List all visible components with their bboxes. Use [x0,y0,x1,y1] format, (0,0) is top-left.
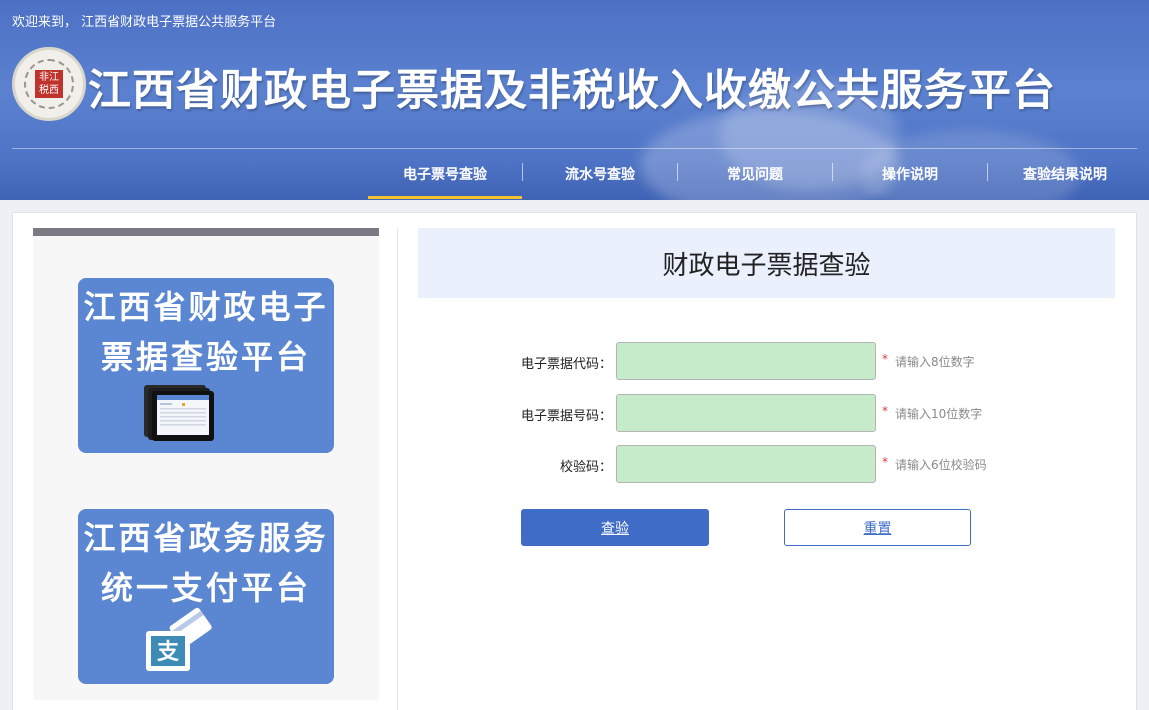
logo-icon: 非江税西 [12,47,86,121]
invoice-number-input[interactable] [616,394,876,432]
required-mark: * [882,404,888,418]
payment-card-icon: 支 [146,607,212,671]
svg-text:支: 支 [157,640,180,665]
invoice-number-row: 电子票据号码： * 请输入10位数字 [418,394,1115,434]
panel-divider [397,228,398,710]
tab-instructions[interactable]: 操作说明 [833,150,987,198]
tab-result-explanation[interactable]: 查验结果说明 [988,150,1142,198]
page-title: 江西省财政电子票据及非税收入收缴公共服务平台 [88,66,1056,116]
reset-button[interactable]: 重置 [784,509,971,546]
invoice-code-hint: 请输入8位数字 [895,355,975,369]
check-code-input[interactable] [616,445,876,483]
card-title: 江西省财政电子 票据查验平台 [83,288,329,376]
form-title: 财政电子票据查验 [662,250,871,281]
seal-mark: 非江税西 [35,70,63,98]
main-nav: 电子票号查验 流水号查验 常见问题 操作说明 查验结果说明 [368,150,1142,199]
tab-invoice-number-check[interactable]: 电子票号查验 [368,150,522,199]
check-code-label: 校验码： [559,460,612,475]
invoice-code-row: 电子票据代码： * 请输入8位数字 [418,342,1115,382]
platform-sidebar: 江西省财政电子 票据查验平台 江西省政务服务 统一支付平台 支 [33,228,379,700]
invoice-code-input[interactable] [616,342,876,380]
site-header: 欢迎来到， 江西省财政电子票据公共服务平台 非江税西 江西省财政电子票据及非税收… [0,0,1149,200]
form-title-bar: 财政电子票据查验 [418,228,1115,298]
welcome-text: 欢迎来到， 江西省财政电子票据公共服务平台 [12,15,277,30]
required-mark: * [882,455,888,469]
invoice-number-label: 电子票据号码： [520,409,612,424]
verify-form-panel: 财政电子票据查验 电子票据代码： * 请输入8位数字 电子票据号码： * 请输入… [418,228,1115,546]
card-title: 江西省政务服务 统一支付平台 [83,519,329,607]
invoice-check-platform-link[interactable]: 江西省财政电子 票据查验平台 [78,278,334,453]
invoice-number-hint: 请输入10位数字 [895,407,983,421]
check-code-row: 校验码： * 请输入6位校验码 [418,445,1115,485]
invoice-code-label: 电子票据代码： [520,357,612,372]
content-frame: 江西省财政电子 票据查验平台 江西省政务服务 统一支付平台 支 财政电子票据查验… [12,212,1137,710]
tab-serial-number-check[interactable]: 流水号查验 [523,150,677,198]
header-divider [12,148,1137,149]
required-mark: * [882,352,888,366]
check-button[interactable]: 查验 [521,509,709,546]
check-code-hint: 请输入6位校验码 [895,458,987,472]
tab-faq[interactable]: 常见问题 [678,150,832,198]
payment-platform-link[interactable]: 江西省政务服务 统一支付平台 支 [78,509,334,684]
tablet-icon [144,385,214,441]
